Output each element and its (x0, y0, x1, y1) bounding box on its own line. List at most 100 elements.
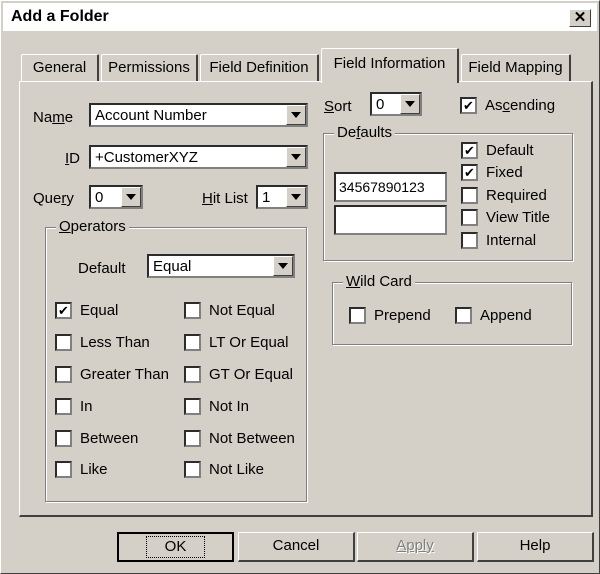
tab-label: Permissions (108, 59, 190, 76)
tab-field-definition[interactable]: Field Definition (200, 54, 319, 82)
required-checkbox[interactable]: Required (461, 187, 547, 204)
name-dropdown[interactable]: Account Number (89, 103, 308, 127)
checkbox-label: Default (486, 142, 534, 159)
help-button[interactable]: Help (477, 532, 594, 562)
checkbox-label: Required (486, 187, 547, 204)
checkbox-icon[interactable] (55, 366, 72, 383)
apply-button[interactable]: Apply (357, 532, 474, 562)
query-dropdown[interactable]: 0 (89, 185, 143, 209)
operators-group: Operators Default Equal ✔ Equal Not Equal… (45, 218, 307, 502)
checkbox-label: Prepend (374, 307, 431, 324)
checkbox-icon[interactable] (184, 398, 201, 415)
ok-label: OK (145, 536, 206, 558)
field-information-panel: Name Account Number ID +CustomerXYZ Quer… (19, 81, 593, 517)
chevron-down-icon[interactable] (286, 187, 306, 207)
checkbox-icon[interactable] (461, 232, 478, 249)
checkbox-icon[interactable] (455, 307, 472, 324)
operator-greater-than-checkbox[interactable]: Greater Than (55, 366, 169, 383)
chevron-down-icon[interactable] (286, 105, 306, 125)
help-label: Help (519, 537, 551, 554)
ascending-label: Ascending (485, 97, 556, 114)
checkbox-icon[interactable] (461, 187, 478, 204)
chevron-down-icon[interactable] (286, 147, 306, 167)
tab-permissions[interactable]: Permissions (101, 54, 198, 82)
sort-value: 0 (376, 96, 385, 113)
defaults-group: Defaults 34567890123 ✔ Default ✔ Fixed Req… (323, 124, 573, 261)
checkbox-icon[interactable] (349, 307, 366, 324)
internal-checkbox[interactable]: Internal (461, 232, 536, 249)
checkbox-icon[interactable] (184, 461, 201, 478)
defaults-title: Defaults (334, 124, 396, 141)
operator-not-equal-checkbox[interactable]: Not Equal (184, 302, 275, 319)
checkbox-icon[interactable]: ✔ (55, 302, 72, 319)
operators-title: Operators (56, 218, 129, 235)
checkbox-icon[interactable]: ✔ (460, 97, 477, 114)
operator-between-checkbox[interactable]: Between (55, 430, 138, 447)
chevron-down-icon[interactable] (400, 94, 420, 114)
checkbox-label: LT Or Equal (209, 334, 289, 351)
checkbox-icon[interactable] (184, 430, 201, 447)
tab-field-mapping[interactable]: Field Mapping (461, 54, 571, 82)
id-label: ID (65, 150, 81, 167)
checkbox-label: Less Than (80, 334, 150, 351)
query-label: Query (33, 190, 74, 207)
append-checkbox[interactable]: Append (455, 307, 532, 324)
wild-card-title: Wild Card (343, 273, 415, 290)
tab-field-information[interactable]: Field Information (321, 48, 459, 83)
name-label: Name (33, 109, 74, 126)
operator-lt-or-equal-checkbox[interactable]: LT Or Equal (184, 334, 288, 351)
query-value: 0 (95, 189, 104, 206)
close-button[interactable]: ✕ (569, 9, 591, 27)
id-dropdown[interactable]: +CustomerXYZ (89, 145, 308, 169)
chevron-down-icon[interactable] (273, 256, 293, 276)
checkbox-icon[interactable]: ✔ (461, 164, 478, 181)
prepend-checkbox[interactable]: Prepend (349, 307, 431, 324)
operator-default-value: Equal (153, 258, 192, 275)
operator-default-dropdown[interactable]: Equal (147, 254, 295, 278)
apply-label: Apply (396, 537, 434, 554)
operator-not-like-checkbox[interactable]: Not Like (184, 461, 264, 478)
checkbox-label: Not In (209, 398, 250, 415)
checkbox-label: View Title (486, 209, 550, 226)
checkbox-icon[interactable] (55, 334, 72, 351)
cancel-button[interactable]: Cancel (238, 532, 355, 562)
title-bar[interactable]: Add a Folder ✕ (3, 3, 597, 31)
checkbox-label: Not Like (209, 461, 265, 478)
tab-label: General (32, 59, 87, 76)
sort-dropdown[interactable]: 0 (370, 92, 422, 116)
checkbox-label: Not Equal (209, 302, 275, 319)
tab-label: Field Definition (209, 59, 309, 76)
checkbox-label: GT Or Equal (209, 366, 293, 383)
checkbox-icon[interactable] (55, 398, 72, 415)
chevron-down-icon[interactable] (121, 187, 141, 207)
operator-less-than-checkbox[interactable]: Less Than (55, 334, 150, 351)
operator-like-checkbox[interactable]: Like (55, 461, 108, 478)
checkbox-label: Not Between (209, 430, 295, 447)
checkbox-icon[interactable] (55, 461, 72, 478)
fixed-checkbox[interactable]: ✔ Fixed (461, 164, 523, 181)
checkbox-icon[interactable] (184, 366, 201, 383)
tab-general[interactable]: General (21, 54, 99, 82)
checkbox-icon[interactable] (461, 209, 478, 226)
operator-in-checkbox[interactable]: In (55, 398, 93, 415)
hit-list-dropdown[interactable]: 1 (256, 185, 308, 209)
operator-equal-checkbox[interactable]: ✔ Equal (55, 302, 118, 319)
checkbox-icon[interactable] (184, 302, 201, 319)
checkbox-icon[interactable] (55, 430, 72, 447)
checkbox-icon[interactable] (184, 334, 201, 351)
default-checkbox[interactable]: ✔ Default (461, 142, 534, 159)
view-title-checkbox[interactable]: View Title (461, 209, 550, 226)
ascending-checkbox[interactable]: ✔ Ascending (460, 97, 555, 114)
checkbox-label: Equal (80, 302, 119, 319)
operator-not-between-checkbox[interactable]: Not Between (184, 430, 295, 447)
tab-label: Field Mapping (468, 59, 563, 76)
default-value-field[interactable]: 34567890123 (334, 172, 447, 202)
ok-button[interactable]: OK (117, 532, 234, 562)
checkbox-icon[interactable]: ✔ (461, 142, 478, 159)
sort-label: Sort (324, 98, 352, 115)
operator-gt-or-equal-checkbox[interactable]: GT Or Equal (184, 366, 293, 383)
second-value-field[interactable] (334, 205, 447, 235)
checkbox-label: Append (480, 307, 532, 324)
operator-not-in-checkbox[interactable]: Not In (184, 398, 249, 415)
default-value-text: 34567890123 (339, 179, 425, 195)
